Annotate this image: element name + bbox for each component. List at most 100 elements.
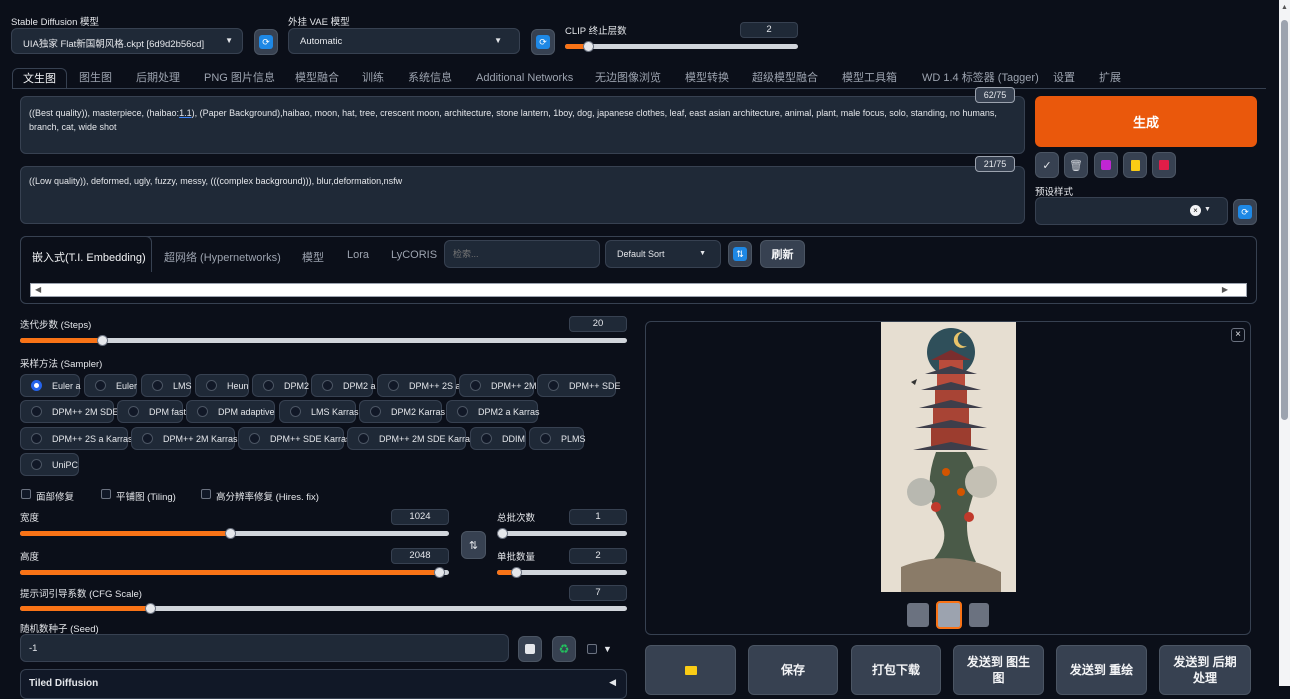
tab-9[interactable]: 模型转换 bbox=[685, 68, 729, 88]
sampler-option[interactable]: LMS Karras bbox=[279, 400, 359, 423]
open-folder-button[interactable] bbox=[645, 645, 736, 695]
hires-fix-checkbox[interactable] bbox=[201, 489, 211, 499]
extra-seed-toggle-icon[interactable]: ▼ bbox=[603, 644, 612, 654]
tab-11[interactable]: 模型工具箱 bbox=[842, 68, 897, 88]
sampler-option[interactable]: DPM++ SDE bbox=[537, 374, 621, 397]
sampler-option[interactable]: DPM++ 2M SDE Karras bbox=[347, 427, 475, 450]
cfg-slider[interactable] bbox=[20, 603, 627, 614]
slider-knob[interactable] bbox=[97, 335, 109, 346]
send-to-img2img-button[interactable]: 发送到 图生图 bbox=[953, 645, 1044, 695]
clipboard-button[interactable] bbox=[1123, 152, 1147, 178]
check-button[interactable]: ✓ bbox=[1035, 152, 1059, 178]
width-slider[interactable] bbox=[20, 528, 449, 539]
sampler-option[interactable]: DPM++ 2M SDE bbox=[20, 400, 119, 423]
random-seed-button[interactable] bbox=[518, 636, 542, 662]
height-slider[interactable] bbox=[20, 567, 449, 578]
sampler-option[interactable]: Euler bbox=[84, 374, 137, 397]
swap-dimensions-button[interactable]: ⇅ bbox=[461, 531, 486, 559]
tab-5[interactable]: 训练 bbox=[362, 68, 384, 88]
batch-count-slider[interactable] bbox=[497, 528, 627, 539]
sampler-option[interactable]: DPM++ 2M Karras bbox=[131, 427, 238, 450]
clear-icon[interactable]: × bbox=[1190, 205, 1201, 216]
batch-count-value[interactable]: 1 bbox=[569, 509, 627, 525]
seed-input[interactable]: -1 bbox=[20, 634, 509, 662]
zip-download-button[interactable]: 打包下载 bbox=[851, 645, 941, 695]
styles-select[interactable]: × ▼ bbox=[1035, 197, 1228, 225]
scroll-right-icon[interactable]: ▶ bbox=[1222, 285, 1228, 294]
scroll-left-icon[interactable]: ◀ bbox=[35, 285, 41, 294]
slider-knob[interactable] bbox=[433, 567, 445, 578]
sort-direction-button[interactable]: ⇅ bbox=[728, 241, 752, 267]
tiling-checkbox[interactable] bbox=[101, 489, 111, 499]
style-button[interactable] bbox=[1094, 152, 1118, 178]
tab-hypernetworks[interactable]: 超网络 (Hypernetworks) bbox=[164, 249, 281, 265]
sampler-option[interactable]: DPM++ 2M bbox=[459, 374, 537, 397]
batch-size-slider[interactable] bbox=[497, 567, 627, 578]
save-button[interactable]: 保存 bbox=[748, 645, 838, 695]
tab-4[interactable]: 模型融合 bbox=[295, 68, 339, 88]
close-icon[interactable]: × bbox=[1231, 328, 1245, 342]
sampler-option[interactable]: UniPC bbox=[20, 453, 79, 476]
sampler-option[interactable]: Heun bbox=[195, 374, 249, 397]
vae-select[interactable]: Automatic ▼ bbox=[288, 28, 520, 54]
tab-7[interactable]: Additional Networks bbox=[476, 68, 573, 88]
model-select[interactable]: UIA独家 Flat新国朝风格.ckpt [6d9d2b56cd] ▼ bbox=[11, 28, 243, 54]
sampler-option[interactable]: DPM++ 2S a bbox=[377, 374, 461, 397]
face-restore-checkbox[interactable] bbox=[21, 489, 31, 499]
width-value[interactable]: 1024 bbox=[391, 509, 449, 525]
negative-prompt[interactable]: ((Low quality)), deformed, ugly, fuzzy, … bbox=[20, 166, 1025, 224]
tab-1[interactable]: 图生图 bbox=[79, 68, 112, 88]
trash-button[interactable]: 🗑 bbox=[1064, 152, 1088, 178]
tab-2[interactable]: 后期处理 bbox=[136, 68, 180, 88]
sampler-option[interactable]: Euler a bbox=[20, 374, 81, 397]
cfg-value[interactable]: 7 bbox=[569, 585, 627, 601]
sampler-option[interactable]: DPM++ SDE Karras bbox=[238, 427, 351, 450]
tiled-diffusion-accordion[interactable]: Tiled Diffusion ◀ bbox=[20, 669, 627, 699]
tab-models[interactable]: 模型 bbox=[302, 249, 324, 265]
tab-13[interactable]: 设置 bbox=[1053, 68, 1075, 88]
sampler-option[interactable]: DPM2 a bbox=[311, 374, 376, 397]
tab-12[interactable]: WD 1.4 标签器 (Tagger) bbox=[922, 68, 1039, 88]
slider-knob[interactable] bbox=[145, 603, 157, 614]
reuse-seed-button[interactable]: ♻ bbox=[552, 636, 576, 662]
slider-knob[interactable] bbox=[497, 528, 508, 539]
steps-value[interactable]: 20 bbox=[569, 316, 627, 332]
thumbnail-2[interactable] bbox=[936, 601, 962, 629]
tab-0[interactable]: 文生图 bbox=[12, 68, 67, 88]
slider-knob[interactable] bbox=[511, 567, 523, 578]
scroll-up-icon[interactable]: ▲ bbox=[1281, 4, 1288, 11]
tab-lycoris[interactable]: LyCORIS bbox=[391, 249, 437, 261]
sampler-option[interactable]: DPM2 a Karras bbox=[446, 400, 540, 423]
refresh-vae-button[interactable]: ⟳ bbox=[531, 29, 555, 55]
send-to-extras-button[interactable]: 发送到 后期处理 bbox=[1159, 645, 1251, 695]
clip-slider[interactable] bbox=[565, 41, 798, 52]
tab-8[interactable]: 无边图像浏览 bbox=[595, 68, 661, 88]
sampler-option[interactable]: LMS bbox=[141, 374, 192, 397]
sampler-option[interactable]: PLMS bbox=[529, 427, 586, 450]
thumbnail-1[interactable] bbox=[907, 603, 929, 627]
sampler-option[interactable]: DPM++ 2S a Karras bbox=[20, 427, 133, 450]
send-to-inpaint-button[interactable]: 发送到 重绘 bbox=[1056, 645, 1147, 695]
refresh-styles-button[interactable]: ⟳ bbox=[1233, 199, 1257, 225]
sampler-option[interactable]: DPM2 bbox=[252, 374, 309, 397]
save-style-button[interactable] bbox=[1152, 152, 1176, 178]
sort-select[interactable]: Default Sort ▼ bbox=[605, 240, 721, 268]
tab-embedding[interactable]: 嵌入式(T.I. Embedding) bbox=[32, 249, 146, 265]
page-scrollbar[interactable]: ▲ bbox=[1279, 0, 1290, 686]
network-search-input[interactable] bbox=[444, 240, 600, 268]
slider-knob[interactable] bbox=[582, 41, 594, 52]
tab-lora[interactable]: Lora bbox=[347, 249, 369, 261]
networks-hscroll[interactable]: ◀ ▶ bbox=[30, 283, 1247, 297]
sampler-option[interactable]: DPM fast bbox=[117, 400, 186, 423]
sampler-option[interactable]: DPM adaptive bbox=[186, 400, 275, 423]
clip-value[interactable]: 2 bbox=[740, 22, 798, 38]
sampler-option[interactable]: DPM2 Karras bbox=[359, 400, 445, 423]
tab-3[interactable]: PNG 图片信息 bbox=[204, 68, 275, 88]
refresh-networks-button[interactable]: 刷新 bbox=[760, 240, 805, 268]
sampler-option[interactable]: DDIM bbox=[470, 427, 526, 450]
height-value[interactable]: 2048 bbox=[391, 548, 449, 564]
slider-knob[interactable] bbox=[224, 528, 236, 539]
tab-10[interactable]: 超级模型融合 bbox=[752, 68, 818, 88]
refresh-model-button[interactable]: ⟳ bbox=[254, 29, 278, 55]
steps-slider[interactable] bbox=[20, 335, 627, 346]
